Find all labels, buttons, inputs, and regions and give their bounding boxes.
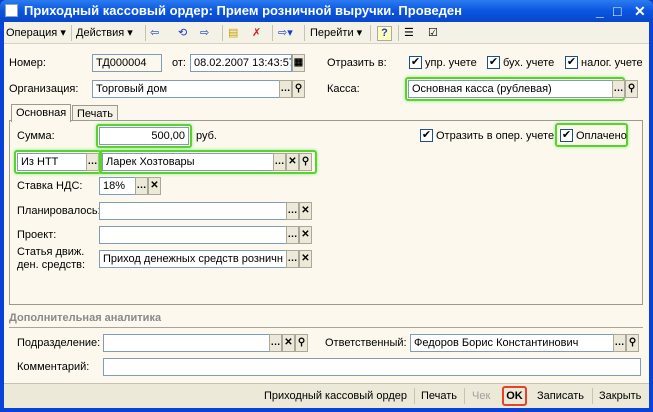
close-button[interactable]: ✕ (634, 3, 646, 20)
comment-label: Комментарий: (17, 361, 90, 373)
planned-label: Планировалось: (17, 205, 101, 217)
vat-label: Ставка НДС: (17, 180, 83, 192)
structure-icon[interactable]: ☰ (404, 26, 414, 41)
goto-label: Перейти (310, 27, 354, 39)
select-button[interactable]: … (286, 226, 299, 244)
pko-button[interactable]: Приходный кассовый ордер (264, 390, 407, 402)
currency-label: руб. (196, 130, 217, 142)
buh-checkbox[interactable]: ✔ (487, 56, 500, 69)
oper-checkbox[interactable]: ✔ (420, 129, 433, 142)
nalog-checkbox[interactable]: ✔ (565, 56, 578, 69)
maximize-button[interactable]: □ (613, 3, 621, 19)
select-button[interactable]: … (279, 80, 292, 98)
clear-icon[interactable]: ✕ (299, 202, 312, 220)
select-button[interactable]: … (135, 177, 148, 195)
refresh-icon[interactable]: ⟲ (178, 26, 187, 41)
select-button[interactable]: … (286, 250, 299, 268)
org-label: Организация: (9, 83, 79, 95)
date-label: от: (172, 57, 186, 69)
kassa-label: Касса: (327, 83, 360, 95)
goto-menu[interactable]: Перейти ▾ (310, 26, 362, 41)
print-button[interactable]: Печать (421, 390, 457, 402)
org-field[interactable]: Торговый дом (92, 80, 280, 98)
actions-menu[interactable]: Действия ▾ (76, 26, 133, 41)
search-icon[interactable]: ⚲ (299, 153, 312, 171)
item-field[interactable]: Приход денежных средств розничн (99, 250, 287, 268)
date-field[interactable]: 08.02.2007 13:43:57 (190, 54, 292, 72)
copy-icon[interactable]: ⇨ (200, 26, 209, 41)
dept-label: Подразделение: (17, 337, 101, 349)
reflect-label: Отразить в: (327, 57, 387, 69)
window-title: Приходный кассовый ордер: Прием рознично… (24, 3, 463, 18)
vat-field[interactable]: 18% (99, 177, 136, 195)
item-label-1: Статья движ. (17, 246, 85, 258)
sum-label: Сумма: (17, 130, 55, 142)
item-label-2: ден. средств: (17, 259, 86, 271)
title-bar: Приходный кассовый ордер: Прием рознично… (0, 0, 653, 22)
paid-label: Оплачено (576, 130, 627, 142)
clear-icon[interactable]: ✕ (286, 153, 299, 171)
search-icon[interactable]: ⚲ (295, 334, 308, 352)
oper-label: Отразить в опер. учете (436, 130, 555, 142)
arrow-left-icon[interactable]: ⇦ (150, 26, 159, 41)
planned-field[interactable] (99, 202, 287, 220)
generate-icon[interactable]: ⇨▾ (278, 26, 293, 41)
actions-label: Действия (76, 27, 125, 39)
toolbar: Операция ▾ Действия ▾ ⇦ ⟲ ⇨ ▤ ✗ ⇨▾ Перей… (4, 22, 649, 44)
extra-section-title: Дополнительная аналитика (9, 312, 162, 324)
resp-label: Ответственный: (325, 337, 407, 349)
number-field[interactable]: ТД000004 (92, 54, 162, 72)
checklist-icon[interactable]: ☑ (428, 26, 438, 41)
search-icon[interactable]: ⚲ (292, 80, 305, 98)
divider (9, 327, 643, 328)
clear-icon[interactable]: ✕ (148, 177, 161, 195)
project-field[interactable] (99, 226, 287, 244)
ok-button[interactable]: OK (502, 386, 527, 406)
window: Приходный кассовый ордер: Прием рознично… (0, 0, 653, 412)
select-button[interactable]: … (613, 334, 626, 352)
select-button[interactable]: … (86, 153, 99, 171)
clear-icon[interactable]: ✕ (299, 250, 312, 268)
select-button[interactable]: … (269, 334, 282, 352)
select-button[interactable]: … (286, 202, 299, 220)
clear-icon[interactable]: ✕ (282, 334, 295, 352)
resp-field[interactable]: Федоров Борис Константинович (410, 334, 614, 352)
nalog-label: налог. учете (581, 57, 643, 69)
select-button[interactable]: … (612, 80, 625, 98)
select-button[interactable]: … (273, 153, 286, 171)
number-label: Номер: (9, 57, 46, 69)
unpost-icon[interactable]: ✗ (252, 26, 261, 41)
search-icon[interactable]: ⚲ (626, 334, 639, 352)
comment-field[interactable] (103, 358, 641, 376)
save-button[interactable]: Записать (537, 390, 584, 402)
document-icon (5, 4, 18, 17)
close-form-button[interactable]: Закрыть (599, 390, 641, 402)
minimize-button[interactable]: _ (596, 3, 604, 19)
calendar-icon[interactable]: ▦ (292, 54, 305, 72)
search-icon[interactable]: ⚲ (625, 80, 638, 98)
upr-label: упр. учете (425, 57, 477, 69)
upr-checkbox[interactable]: ✔ (409, 56, 422, 69)
source-type-field[interactable]: Из НТТ (17, 153, 87, 171)
help-icon[interactable]: ? (377, 26, 392, 41)
bottom-bar: Приходный кассовый ордер Печать Чек OK З… (4, 383, 649, 408)
kassa-field[interactable]: Основная касса (рублевая) (408, 80, 613, 98)
clear-icon[interactable]: ✕ (299, 226, 312, 244)
post-icon[interactable]: ▤ (228, 26, 238, 41)
operation-menu[interactable]: Операция ▾ (6, 26, 66, 41)
source-field[interactable]: Ларек Хозтовары (102, 153, 274, 171)
check-button[interactable]: Чек (472, 390, 490, 402)
paid-checkbox[interactable]: ✔ (560, 129, 573, 142)
operation-label: Операция (6, 27, 58, 39)
buh-label: бух. учете (503, 57, 555, 69)
project-label: Проект: (17, 229, 57, 241)
tab-main[interactable]: Основная (11, 104, 72, 122)
dept-field[interactable] (103, 334, 270, 352)
sum-field[interactable]: 500,00 (99, 127, 189, 145)
